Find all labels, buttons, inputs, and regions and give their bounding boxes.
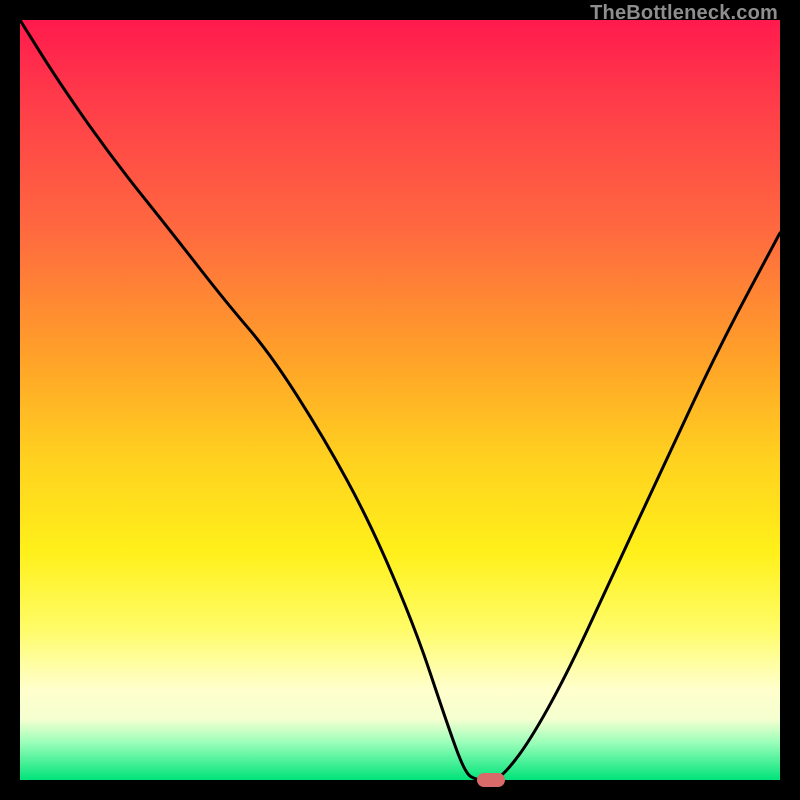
watermark-text: TheBottleneck.com [590,2,778,25]
optimal-marker [477,773,505,787]
chart-plot-area [20,20,780,780]
chart-frame: TheBottleneck.com [0,0,800,800]
